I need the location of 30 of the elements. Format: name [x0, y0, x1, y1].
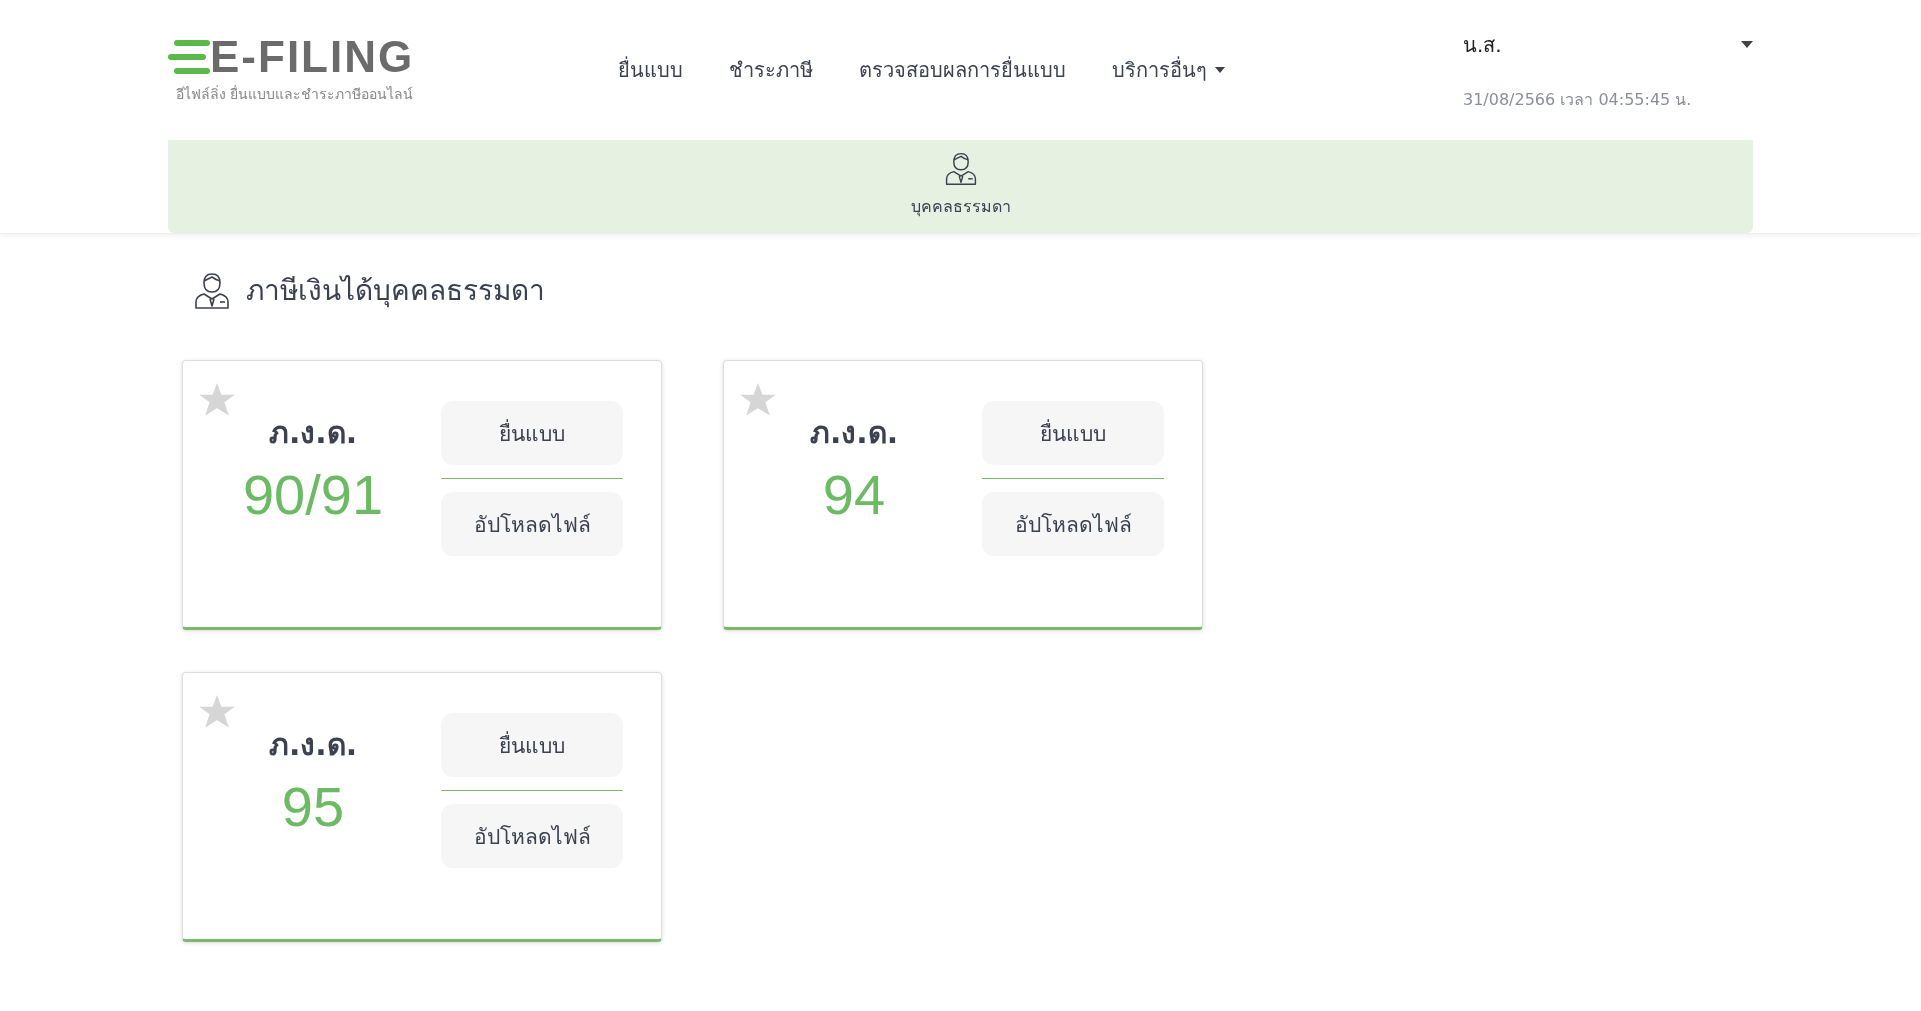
caret-icon[interactable]: [1741, 41, 1753, 48]
upload-button[interactable]: อัปโหลดไฟล์: [441, 492, 623, 556]
form-number: 94: [822, 462, 886, 527]
taxpayer-tab[interactable]: บุคคลธรรมดา: [168, 140, 1753, 233]
star-icon[interactable]: [199, 695, 235, 729]
file-button[interactable]: ยื่นแบบ: [441, 401, 623, 465]
logo-text: E-FILING: [210, 35, 415, 79]
date-time: 31/08/2566 เวลา 04:55:45 น.: [1463, 88, 1693, 111]
form-number: 95: [281, 774, 345, 839]
file-button[interactable]: ยื่นแบบ: [441, 713, 623, 777]
logo-subtitle: อีไฟล์ลิ่ง ยื่นแบบและชำระภาษีออนไลน์: [176, 84, 415, 104]
nav-link[interactable]: ยื่นแบบ: [618, 54, 683, 86]
logo-e-icon: [168, 40, 210, 74]
form-label: ภ.ง.ด.: [268, 414, 358, 452]
logo-title[interactable]: E-FILING: [168, 35, 588, 79]
form-label: ภ.ง.ด.: [268, 726, 358, 764]
user-name[interactable]: น.ส.: [1463, 28, 1502, 61]
upload-button[interactable]: อัปโหลดไฟล์: [441, 804, 623, 868]
person-icon: [192, 270, 232, 310]
form-label: ภ.ง.ด.: [809, 414, 899, 452]
star-icon[interactable]: [199, 383, 235, 417]
nav-link[interactable]: ตรวจสอบผลการยื่นแบบ: [859, 54, 1066, 86]
caret-icon: [1215, 67, 1225, 73]
nav-link[interactable]: บริการอื่นๆ: [1112, 54, 1225, 86]
upload-button[interactable]: อัปโหลดไฟล์: [982, 492, 1164, 556]
file-button[interactable]: ยื่นแบบ: [982, 401, 1164, 465]
star-icon[interactable]: [740, 383, 776, 417]
form-number: 90/91: [242, 462, 384, 527]
section-title: ภาษีเงินได้บุคคลธรรมดา: [246, 273, 545, 310]
nav-link[interactable]: ชำระภาษี: [729, 54, 813, 86]
